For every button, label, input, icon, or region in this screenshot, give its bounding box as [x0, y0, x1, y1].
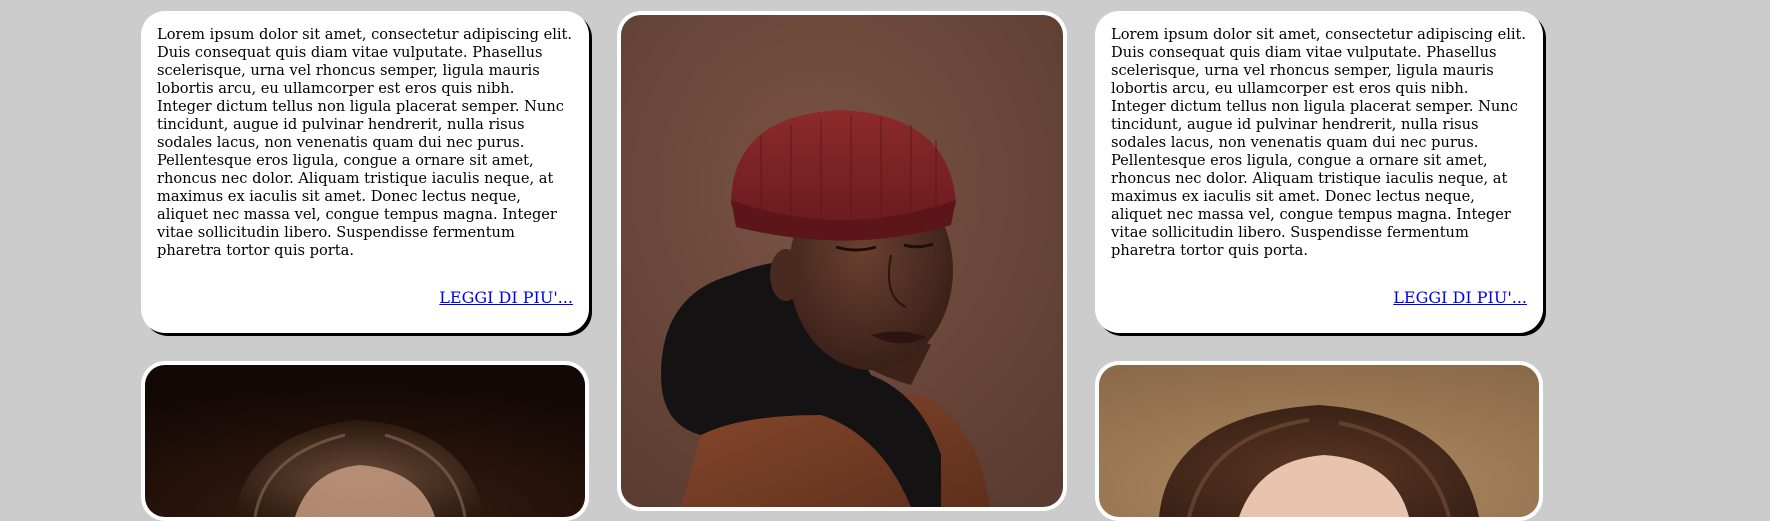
- article-body-text: Lorem ipsum dolor sit amet, consectetur …: [1111, 26, 1527, 259]
- photo-card-center: [617, 11, 1067, 511]
- portrait-photo-man-red-beanie: [621, 15, 1063, 507]
- photo-card-right: [1095, 361, 1543, 521]
- portrait-photo-woman-dark: [145, 365, 585, 517]
- article-body-text: Lorem ipsum dolor sit amet, consectetur …: [157, 26, 573, 259]
- article-card-left: Lorem ipsum dolor sit amet, consectetur …: [141, 11, 589, 333]
- photo-card-left: [141, 361, 589, 521]
- portrait-photo-woman-warm: [1099, 365, 1539, 517]
- read-more-link[interactable]: LEGGI DI PIU'...: [1111, 288, 1527, 307]
- read-more-link[interactable]: LEGGI DI PIU'...: [157, 288, 573, 307]
- article-card-right: Lorem ipsum dolor sit amet, consectetur …: [1095, 11, 1543, 333]
